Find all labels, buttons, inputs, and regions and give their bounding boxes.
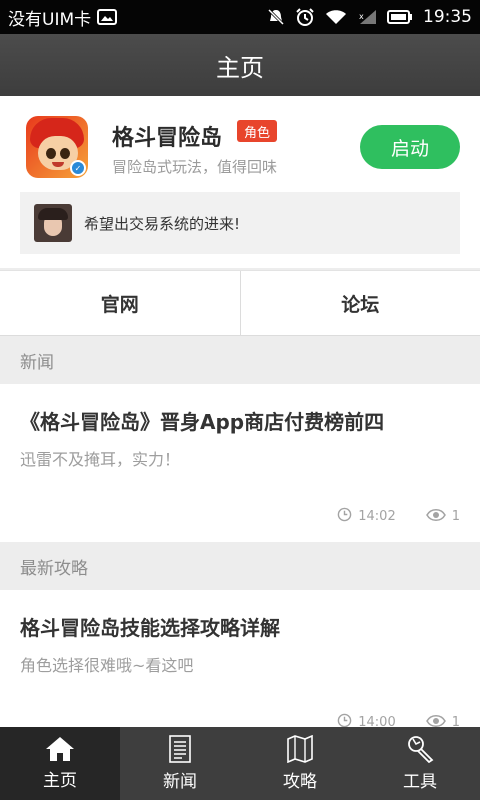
image-icon <box>97 9 118 25</box>
app-card: ✓ 格斗冒险岛 角色 冒险岛式玩法，值得回味 启动 希望出交易系统的进来! <box>0 96 480 268</box>
status-bar: 没有UIM卡 x 19:35 <box>0 0 480 34</box>
tab-home[interactable]: 主页 <box>0 727 120 800</box>
signal-icon: x <box>357 9 377 25</box>
comment-text: 希望出交易系统的进来! <box>84 214 241 233</box>
app-name: 格斗冒险岛 <box>112 126 223 151</box>
news-article-views: 1 <box>451 509 460 524</box>
guide-article-time: 14:00 <box>358 715 396 727</box>
forum-button[interactable]: 论坛 <box>239 271 480 335</box>
guide-article-title: 格斗冒险岛技能选择攻略详解 <box>20 616 280 640</box>
tab-guides[interactable]: 攻略 <box>240 727 360 800</box>
tab-news-label: 新闻 <box>163 772 197 792</box>
guide-article-meta: 14:00 1 <box>337 713 460 727</box>
news-section-heading: 新闻 <box>0 336 480 384</box>
carrier-text: 没有UIM卡 <box>8 9 92 30</box>
svg-text:x: x <box>359 12 364 21</box>
link-row: 官网 论坛 <box>0 270 480 336</box>
page-title: 主页 <box>216 53 264 82</box>
tab-guides-label: 攻略 <box>283 772 317 792</box>
clock-text: 19:35 <box>423 7 472 27</box>
news-article-title: 《格斗冒险岛》晋身App商店付费榜前四 <box>20 410 385 434</box>
tab-home-label: 主页 <box>43 771 77 791</box>
app-description: 冒险岛式玩法，值得回味 <box>112 158 278 176</box>
bottom-tab-bar: 主页 新闻 攻略 工具 <box>0 727 480 800</box>
home-icon <box>45 736 75 762</box>
clock-icon <box>337 507 352 526</box>
mute-icon <box>267 8 285 26</box>
map-icon <box>286 735 314 763</box>
launch-button[interactable]: 启动 <box>360 125 460 169</box>
avatar <box>34 204 72 242</box>
tab-tools[interactable]: 工具 <box>360 727 480 800</box>
badge-icon: ✓ <box>70 160 86 176</box>
wifi-icon <box>325 9 347 25</box>
news-article[interactable]: 《格斗冒险岛》晋身App商店付费榜前四 迅雷不及掩耳，实力！ 14:02 1 <box>0 384 480 542</box>
alarm-icon <box>295 7 315 27</box>
news-article-summary: 迅雷不及掩耳，实力！ <box>20 450 181 469</box>
eye-icon <box>425 714 446 728</box>
tab-news[interactable]: 新闻 <box>120 727 240 800</box>
main-content[interactable]: ✓ 格斗冒险岛 角色 冒险岛式玩法，值得回味 启动 希望出交易系统的进来! 官网… <box>0 96 480 727</box>
guides-section-heading: 最新攻略 <box>0 542 480 590</box>
tab-tools-label: 工具 <box>403 772 437 792</box>
comment-banner[interactable]: 希望出交易系统的进来! <box>20 192 460 254</box>
clock-icon <box>337 713 352 727</box>
news-icon <box>168 735 192 763</box>
category-tag: 角色 <box>237 120 278 142</box>
news-article-time: 14:02 <box>358 509 396 524</box>
wrench-icon <box>406 735 434 763</box>
official-site-button[interactable]: 官网 <box>0 271 240 335</box>
guide-article-summary: 角色选择很难哦~看这吧 <box>20 656 194 675</box>
battery-icon <box>387 10 413 24</box>
guide-article[interactable]: 格斗冒险岛技能选择攻略详解 角色选择很难哦~看这吧 14:00 1 <box>0 590 480 727</box>
app-icon[interactable]: ✓ <box>26 116 88 178</box>
title-bar: 主页 <box>0 34 480 96</box>
news-article-meta: 14:02 1 <box>337 507 460 526</box>
guide-article-views: 1 <box>451 715 460 727</box>
eye-icon <box>425 508 446 526</box>
